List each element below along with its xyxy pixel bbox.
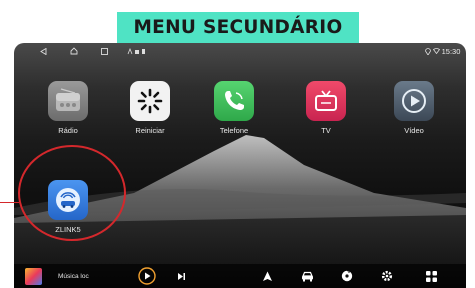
app-tv-label: TV <box>321 126 331 135</box>
next-icon[interactable] <box>174 264 188 288</box>
app-tv[interactable]: TV <box>301 81 351 135</box>
recent-apps-icon[interactable] <box>99 46 109 56</box>
settings-gear-icon[interactable] <box>379 264 395 288</box>
app-restart[interactable]: Reiniciar <box>125 81 175 135</box>
app-phone-label: Telefone <box>219 126 249 135</box>
media-title[interactable]: Música loc <box>58 264 118 288</box>
status-bar: 15:30 <box>14 43 466 60</box>
car-icon[interactable] <box>299 264 315 288</box>
tv-icon <box>306 81 346 121</box>
highlight-circle <box>18 145 126 241</box>
notification-icons <box>126 46 150 56</box>
app-phone[interactable]: Telefone <box>209 81 259 135</box>
app-radio[interactable]: Rádio <box>43 81 93 135</box>
section-title-banner: MENU SECUNDÁRIO <box>117 12 359 43</box>
play-icon[interactable] <box>136 264 158 288</box>
clock: 15:30 <box>441 46 461 56</box>
back-icon[interactable] <box>38 46 48 56</box>
home-icon[interactable] <box>69 46 79 56</box>
app-restart-label: Reiniciar <box>135 126 165 135</box>
app-video-label: Vídeo <box>404 126 424 135</box>
grid-apps-icon[interactable] <box>423 264 439 288</box>
phone-icon <box>214 81 254 121</box>
navigation-icon[interactable] <box>260 264 274 288</box>
music-disc-icon[interactable] <box>339 264 355 288</box>
radio-icon <box>48 81 88 121</box>
app-radio-label: Rádio <box>58 126 78 135</box>
video-play-icon <box>394 81 434 121</box>
app-video[interactable]: Vídeo <box>389 81 439 135</box>
highlight-pointer-line <box>0 202 19 203</box>
album-art[interactable] <box>24 264 42 288</box>
bottom-dock: Música loc <box>14 264 466 288</box>
restart-icon <box>130 81 170 121</box>
location-icon <box>424 46 432 56</box>
